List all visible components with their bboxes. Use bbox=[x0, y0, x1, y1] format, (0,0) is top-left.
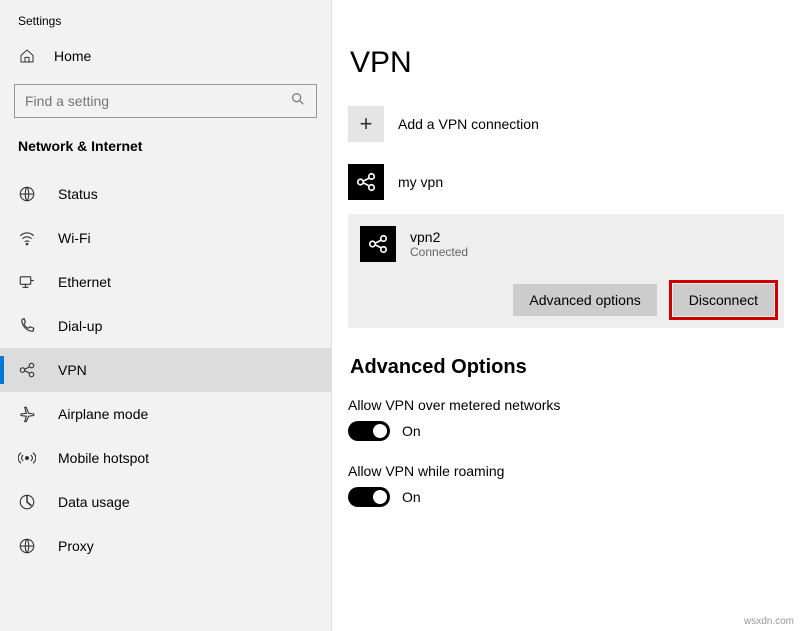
nav-label: Proxy bbox=[58, 538, 94, 554]
plus-icon: + bbox=[348, 106, 384, 142]
vpn-connection-icon bbox=[348, 164, 384, 200]
vpn-selected-panel: vpn2 Connected Advanced options Disconne… bbox=[348, 214, 784, 328]
nav-item-airplane[interactable]: Airplane mode bbox=[0, 392, 331, 436]
home-button[interactable]: Home bbox=[0, 38, 331, 74]
nav-item-datausage[interactable]: Data usage bbox=[0, 480, 331, 524]
toggle-state: On bbox=[402, 489, 421, 505]
nav-label: Wi-Fi bbox=[58, 230, 91, 246]
home-label: Home bbox=[54, 48, 91, 64]
watermark: wsxdn.com bbox=[744, 616, 794, 627]
nav-label: Airplane mode bbox=[58, 406, 148, 422]
toggle-label: Allow VPN while roaming bbox=[348, 463, 784, 479]
nav-item-vpn[interactable]: VPN bbox=[0, 348, 331, 392]
window-title: Settings bbox=[0, 0, 331, 38]
nav-item-wifi[interactable]: Wi-Fi bbox=[0, 216, 331, 260]
nav-item-dialup[interactable]: Dial-up bbox=[0, 304, 331, 348]
vpn-connection-item[interactable]: my vpn bbox=[348, 156, 784, 208]
nav-label: Dial-up bbox=[58, 318, 102, 334]
status-icon bbox=[18, 185, 36, 203]
hotspot-icon bbox=[18, 449, 36, 467]
nav-list: Status Wi-Fi Ethernet Dial-up VPN bbox=[0, 172, 331, 568]
toggle-roaming-group: Allow VPN while roaming On bbox=[348, 463, 784, 507]
toggle-roaming[interactable] bbox=[348, 487, 390, 507]
nav-label: Ethernet bbox=[58, 274, 111, 290]
toggle-metered-group: Allow VPN over metered networks On bbox=[348, 397, 784, 441]
advanced-options-heading: Advanced Options bbox=[350, 356, 784, 379]
nav-label: Mobile hotspot bbox=[58, 450, 149, 466]
nav-item-status[interactable]: Status bbox=[0, 172, 331, 216]
wifi-icon bbox=[18, 229, 36, 247]
search-box[interactable] bbox=[14, 84, 317, 118]
nav-label: VPN bbox=[58, 362, 87, 378]
main-content: VPN + Add a VPN connection my vpn vpn2 C… bbox=[332, 0, 800, 631]
disconnect-button[interactable]: Disconnect bbox=[673, 284, 774, 316]
search-icon bbox=[290, 91, 306, 112]
nav-label: Data usage bbox=[58, 494, 130, 510]
vpn-icon bbox=[18, 361, 36, 379]
dialup-icon bbox=[18, 317, 36, 335]
proxy-icon bbox=[18, 537, 36, 555]
toggle-state: On bbox=[402, 423, 421, 439]
page-title: VPN bbox=[350, 46, 784, 80]
vpn-status: Connected bbox=[410, 245, 468, 259]
vpn-name: my vpn bbox=[398, 174, 443, 190]
nav-label: Status bbox=[58, 186, 98, 202]
vpn-actions: Advanced options Disconnect bbox=[360, 284, 774, 316]
datausage-icon bbox=[18, 493, 36, 511]
vpn-selected-item[interactable]: vpn2 Connected bbox=[360, 226, 774, 262]
vpn-name: vpn2 bbox=[410, 229, 468, 245]
toggle-label: Allow VPN over metered networks bbox=[348, 397, 784, 413]
advanced-options-button[interactable]: Advanced options bbox=[513, 284, 656, 316]
add-vpn-button[interactable]: + Add a VPN connection bbox=[348, 106, 784, 142]
home-icon bbox=[18, 48, 36, 64]
vpn-connection-icon bbox=[360, 226, 396, 262]
category-title: Network & Internet bbox=[0, 132, 331, 172]
nav-item-hotspot[interactable]: Mobile hotspot bbox=[0, 436, 331, 480]
airplane-icon bbox=[18, 405, 36, 423]
toggle-metered[interactable] bbox=[348, 421, 390, 441]
ethernet-icon bbox=[18, 273, 36, 291]
add-vpn-label: Add a VPN connection bbox=[398, 116, 539, 132]
sidebar: Settings Home Network & Internet Status … bbox=[0, 0, 332, 631]
search-input[interactable] bbox=[25, 93, 290, 109]
nav-item-proxy[interactable]: Proxy bbox=[0, 524, 331, 568]
nav-item-ethernet[interactable]: Ethernet bbox=[0, 260, 331, 304]
